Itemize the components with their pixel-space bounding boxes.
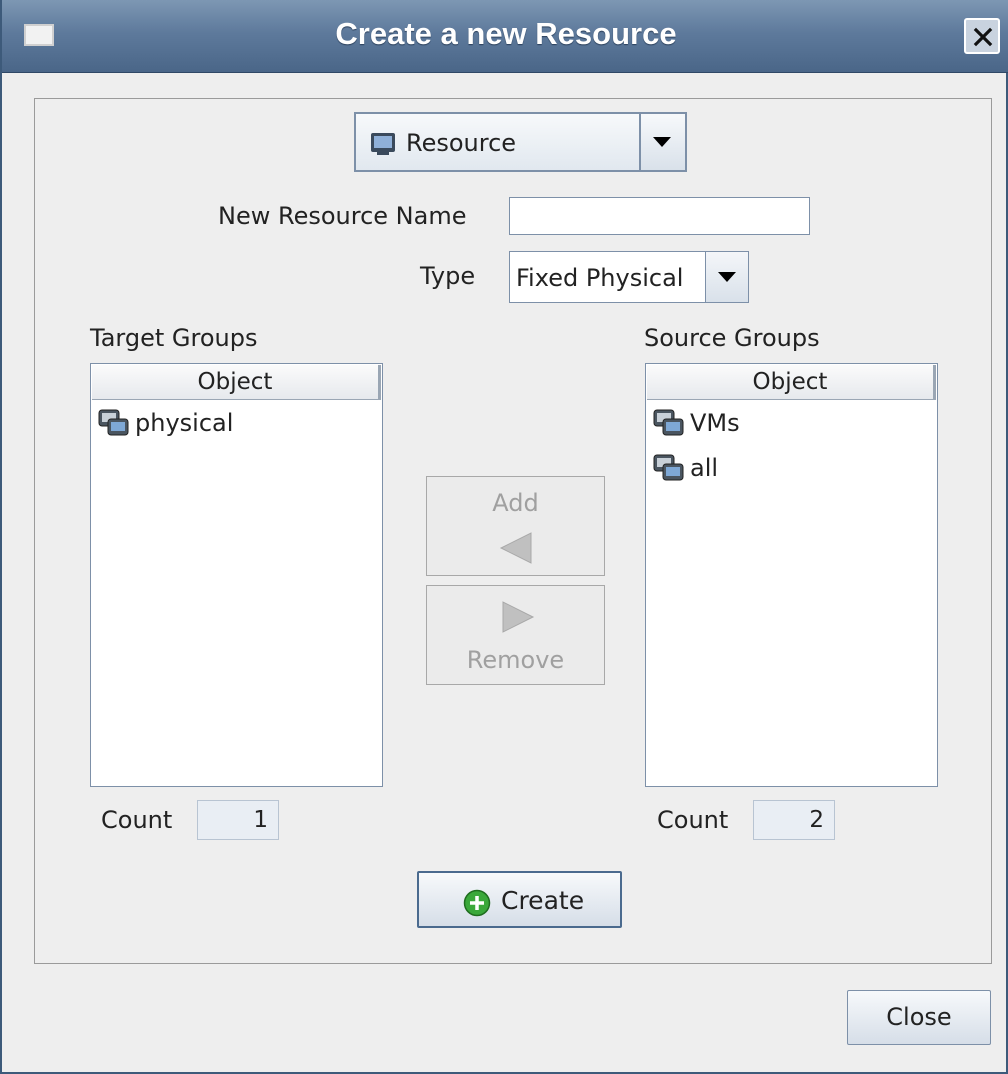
close-window-button[interactable] bbox=[964, 18, 1000, 54]
list-item-label: VMs bbox=[690, 409, 740, 437]
target-count-value: 1 bbox=[197, 800, 279, 840]
resource-kind-dropdown-button[interactable] bbox=[639, 114, 685, 170]
list-item-label: all bbox=[690, 454, 719, 482]
type-dropdown[interactable]: Fixed Physical bbox=[509, 251, 749, 303]
source-groups-title: Source Groups bbox=[644, 324, 820, 352]
target-groups-title: Target Groups bbox=[90, 324, 258, 352]
source-count-label: Count bbox=[657, 806, 729, 834]
dialog-window: Create a new Resource Resource New Resou… bbox=[0, 0, 1008, 1074]
list-item[interactable]: physical bbox=[97, 402, 233, 442]
monitor-icon bbox=[371, 133, 395, 155]
chevron-down-icon bbox=[653, 137, 671, 147]
group-icon bbox=[653, 409, 684, 436]
name-label: New Resource Name bbox=[218, 202, 467, 230]
source-column-header[interactable]: Object bbox=[647, 365, 936, 400]
list-item[interactable]: VMs bbox=[652, 402, 740, 442]
resource-name-input[interactable] bbox=[509, 197, 810, 235]
resource-kind-dropdown[interactable]: Resource bbox=[354, 112, 687, 172]
title-bar[interactable]: Create a new Resource bbox=[2, 0, 1008, 73]
type-label: Type bbox=[420, 262, 476, 290]
remove-button-label: Remove bbox=[466, 646, 565, 674]
target-count-label: Count bbox=[101, 806, 173, 834]
close-icon bbox=[973, 27, 993, 47]
resource-kind-value: Resource bbox=[406, 129, 517, 157]
create-button[interactable]: Create bbox=[417, 871, 622, 928]
add-button[interactable]: Add bbox=[426, 476, 605, 576]
create-button-label: Create bbox=[501, 886, 585, 915]
chevron-down-icon bbox=[718, 272, 736, 282]
plus-circle-icon bbox=[463, 889, 491, 917]
group-icon bbox=[98, 409, 129, 436]
source-count-value: 2 bbox=[753, 800, 835, 840]
target-groups-list[interactable]: Object physical bbox=[90, 363, 383, 787]
list-item-label: physical bbox=[135, 409, 234, 437]
close-button[interactable]: Close bbox=[847, 990, 991, 1045]
add-button-label: Add bbox=[492, 489, 539, 517]
target-column-header[interactable]: Object bbox=[92, 365, 381, 400]
window-title: Create a new Resource bbox=[335, 16, 677, 51]
arrow-left-icon bbox=[499, 532, 532, 564]
group-icon bbox=[653, 454, 684, 481]
type-dropdown-button[interactable] bbox=[705, 252, 748, 302]
type-value: Fixed Physical bbox=[516, 264, 684, 292]
source-groups-list[interactable]: Object VMs all bbox=[645, 363, 938, 787]
remove-button[interactable]: Remove bbox=[426, 585, 605, 685]
list-item[interactable]: all bbox=[652, 447, 718, 487]
arrow-right-icon bbox=[502, 601, 535, 633]
